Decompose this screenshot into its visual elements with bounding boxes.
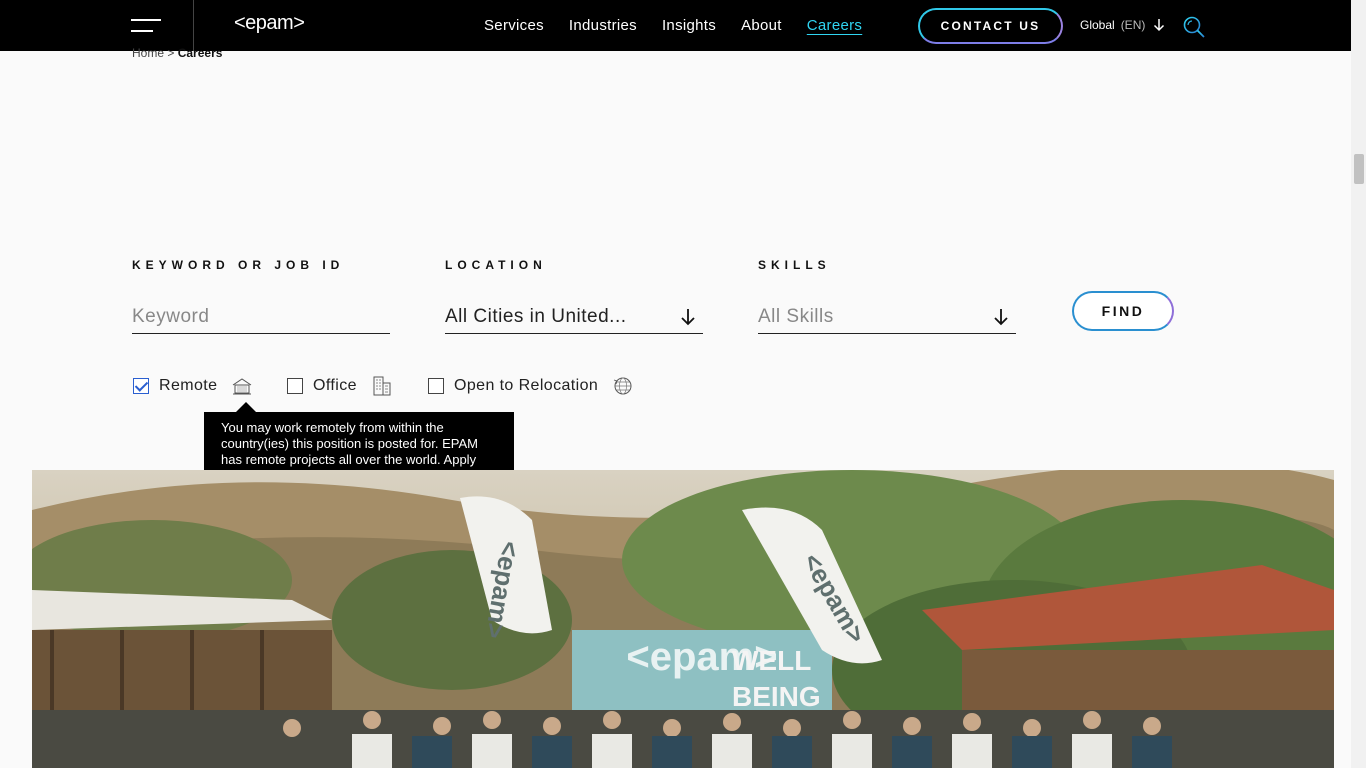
epam-logo[interactable]: <epam> (234, 12, 305, 35)
menu-icon[interactable] (131, 17, 163, 35)
team-photo: <epam> WELL BEING <epam> <epam> (32, 470, 1334, 768)
keyword-label: KEYWORD OR JOB ID (132, 258, 345, 272)
breadcrumb-home[interactable]: Home (132, 46, 164, 60)
relocation-checkbox[interactable] (428, 378, 444, 394)
search-icon[interactable] (1182, 15, 1206, 39)
tooltip-arrow (236, 402, 256, 412)
location-value: All Cities in United... (445, 305, 627, 327)
keyword-input[interactable] (132, 305, 390, 328)
nav-about[interactable]: About (741, 17, 782, 34)
nav-careers[interactable]: Careers (807, 17, 862, 34)
breadcrumb-separator: > (167, 46, 175, 60)
lang-region: Global (1080, 18, 1115, 32)
page-scrollbar[interactable] (1351, 0, 1366, 768)
keyword-field (132, 300, 390, 334)
office-checkbox[interactable] (287, 378, 303, 394)
skills-label: SKILLS (758, 258, 831, 272)
breadcrumb: Home > Careers (132, 46, 222, 60)
location-dropdown[interactable]: All Cities in United... (445, 300, 703, 334)
relocation-label: Open to Relocation (454, 377, 599, 394)
skills-dropdown[interactable]: All Skills (758, 300, 1016, 334)
location-label: LOCATION (445, 258, 547, 272)
remote-label: Remote (159, 377, 218, 394)
house-laptop-icon (233, 378, 252, 395)
team-photo-illustration: <epam> WELL BEING <epam> <epam> (32, 470, 1334, 768)
scrollbar-thumb[interactable] (1354, 154, 1364, 184)
filter-remote[interactable]: Remote (133, 375, 253, 397)
lang-code: (EN) (1120, 18, 1146, 32)
arrow-down-icon (681, 308, 695, 325)
filter-office[interactable]: Office (287, 375, 393, 397)
arrow-down-icon (1154, 19, 1165, 32)
banner-text-2: BEING (732, 681, 821, 712)
globe-arrows-icon (614, 377, 632, 395)
site-header: <epam> Services Industries Insights Abou… (0, 0, 1351, 51)
nav-industries[interactable]: Industries (569, 17, 637, 34)
find-button[interactable]: FIND (1072, 291, 1174, 331)
filter-relocation[interactable]: Open to Relocation (428, 375, 634, 397)
banner-text-1: WELL (732, 645, 811, 676)
breadcrumb-current: Careers (177, 46, 223, 60)
nav-services[interactable]: Services (484, 17, 544, 34)
header-divider (193, 0, 194, 51)
remote-checkbox[interactable] (133, 378, 149, 394)
arrow-down-icon (994, 308, 1008, 325)
office-label: Office (313, 377, 357, 394)
office-building-icon (373, 376, 391, 396)
nav-insights[interactable]: Insights (662, 17, 716, 34)
contact-us-button[interactable]: CONTACT US (918, 8, 1063, 44)
main-nav: Services Industries Insights About Caree… (484, 0, 887, 51)
skills-value: All Skills (758, 305, 834, 327)
language-selector[interactable]: Global (EN) (1080, 18, 1165, 32)
